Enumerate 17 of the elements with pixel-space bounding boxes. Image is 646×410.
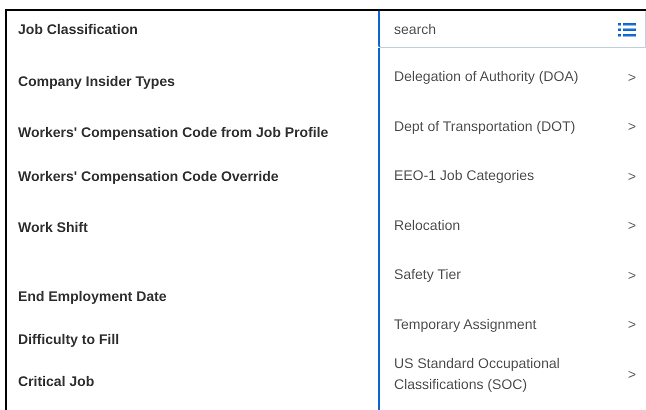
- search-field[interactable]: search: [378, 11, 646, 48]
- field-label: Difficulty to Fill: [18, 330, 120, 348]
- field-label: Critical Job: [18, 372, 94, 390]
- category-option[interactable]: Dept of Transportation (DOT) >: [380, 102, 646, 151]
- category-option[interactable]: Safety Tier >: [380, 250, 646, 300]
- category-option[interactable]: Delegation of Authority (DOA) >: [380, 52, 646, 102]
- field-label: Job Classification: [18, 20, 138, 38]
- category-option[interactable]: EEO-1 Job Categories >: [380, 151, 646, 200]
- category-option[interactable]: Temporary Assignment >: [380, 300, 646, 349]
- category-option[interactable]: Relocation >: [380, 200, 646, 250]
- field-label: Work Shift: [18, 218, 88, 236]
- category-option[interactable]: US Standard Occupational Classifications (SOC) >: [380, 349, 646, 398]
- field-label: Workers' Compensation Code Override: [18, 167, 279, 185]
- field-label: Company Insider Types: [18, 72, 175, 90]
- field-label: End Employment Date: [18, 287, 167, 305]
- field-label: Workers' Compensation Code from Job Profile: [18, 123, 328, 141]
- list-icon[interactable]: [618, 23, 636, 37]
